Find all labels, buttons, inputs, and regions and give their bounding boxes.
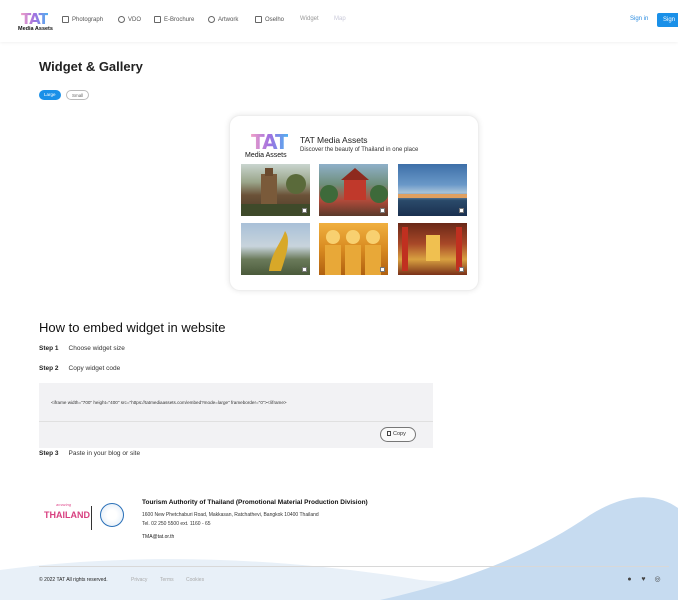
- image-badge-icon: [380, 267, 385, 272]
- amazing-text: amazing: [56, 502, 72, 507]
- widget-embed-code[interactable]: <iframe width="700" height="400" src="ht…: [51, 400, 287, 405]
- nav-item-artwork[interactable]: Artwork: [208, 16, 238, 23]
- footer-logo-divider: [91, 506, 92, 530]
- play-icon: [118, 16, 125, 23]
- nav-label: VDO: [128, 16, 142, 23]
- code-divider: [39, 421, 433, 422]
- step-3: Step 3 Paste in your blog or site: [39, 450, 140, 457]
- organization-phone: Tel. 02 250 5500 ext. 1160 - 65: [142, 521, 211, 527]
- image-badge-icon: [302, 208, 307, 213]
- nav-item-photograph[interactable]: Photograph: [62, 16, 103, 23]
- nav-label: Widget: [300, 16, 319, 22]
- twitter-icon[interactable]: ♥: [640, 576, 647, 583]
- page-title: Widget & Gallery: [39, 59, 143, 74]
- nav-label: Artwork: [218, 16, 239, 23]
- cookies-link[interactable]: Cookies: [186, 577, 204, 583]
- gallery-thumbnail[interactable]: [241, 223, 310, 275]
- naga-statue-image: [269, 231, 288, 271]
- sea-horizon-image: [398, 194, 467, 198]
- nav-label: E-Brochure: [164, 16, 195, 23]
- embed-heading: How to embed widget in website: [39, 320, 226, 335]
- image-badge-icon: [459, 267, 464, 272]
- nav-item-map[interactable]: Map: [334, 16, 346, 22]
- copy-icon: [387, 431, 391, 436]
- step-2-label: Step 2: [39, 365, 59, 372]
- step-3-label: Step 3: [39, 450, 59, 457]
- palette-icon: [208, 16, 215, 23]
- tat-media-assets-logo[interactable]: TAT Media Assets: [18, 10, 56, 36]
- gallery-thumbnail[interactable]: [319, 164, 388, 216]
- widget-subtitle: Discover the beauty of Thailand in one p…: [300, 147, 419, 153]
- privacy-link[interactable]: Privacy: [131, 577, 147, 583]
- size-large-toggle[interactable]: Large: [39, 90, 61, 100]
- sign-up-button[interactable]: Sign: [657, 13, 678, 27]
- step-1: Step 1 Choose widget size: [39, 345, 125, 352]
- nav-item-e-brochure[interactable]: E-Brochure: [154, 16, 194, 23]
- image-badge-icon: [459, 208, 464, 213]
- step-1-text: Choose widget size: [68, 345, 125, 352]
- image-icon: [62, 16, 69, 23]
- footer-divider: [39, 566, 669, 567]
- logo-subtitle: Media Assets: [18, 26, 53, 32]
- widget-title: TAT Media Assets: [300, 135, 368, 145]
- widget-logo-tat-text: TAT: [251, 130, 289, 154]
- gallery-thumbnail[interactable]: [241, 164, 310, 216]
- gallery-thumbnail[interactable]: [319, 223, 388, 275]
- instagram-icon[interactable]: ◎: [654, 576, 661, 583]
- image-badge-icon: [302, 267, 307, 272]
- sign-in-link[interactable]: Sign in: [630, 16, 648, 22]
- widget-preview-card: TAT Media Assets TAT Media Assets Discov…: [229, 115, 479, 291]
- organization-name: Tourism Authority of Thailand (Promotion…: [142, 499, 368, 506]
- terms-link[interactable]: Terms: [160, 577, 174, 583]
- gallery-thumbnail[interactable]: [398, 223, 467, 275]
- size-small-toggle[interactable]: Small: [66, 90, 90, 100]
- step-2: Step 2 Copy widget code: [39, 365, 120, 372]
- nav-label: Photograph: [72, 16, 104, 23]
- temple-ruin-image: [241, 168, 310, 216]
- image-badge-icon: [380, 208, 385, 213]
- widget-code-box: <iframe width="700" height="400" src="ht…: [39, 383, 433, 448]
- facebook-icon[interactable]: ●: [626, 576, 633, 583]
- nav-label: Map: [334, 16, 346, 22]
- step-2-text: Copy widget code: [68, 365, 121, 372]
- top-navigation: TAT Media Assets Photograph VDO E-Brochu…: [0, 0, 678, 42]
- nav-label: Oselho: [265, 16, 285, 23]
- copy-label: Copy: [393, 431, 406, 437]
- book-icon: [154, 16, 161, 23]
- thailand-text: THAILAND: [44, 510, 90, 520]
- tat-emblem-icon: [100, 503, 124, 527]
- nav-item-vdo[interactable]: VDO: [118, 16, 141, 23]
- step-3-text: Paste in your blog or site: [68, 450, 141, 457]
- copy-button[interactable]: Copy: [380, 427, 416, 442]
- nav-item-oselho[interactable]: Oselho: [255, 16, 284, 23]
- organization-email[interactable]: TMA@tat.or.th: [142, 534, 174, 540]
- organization-address: 1600 New Phetchaburi Road, Makkasan, Rat…: [142, 512, 319, 518]
- step-1-label: Step 1: [39, 345, 59, 352]
- document-icon: [255, 16, 262, 23]
- gallery-thumbnail[interactable]: [398, 164, 467, 216]
- temple-interior-image: [402, 227, 462, 271]
- nav-item-widget[interactable]: Widget: [300, 16, 319, 22]
- amazing-thailand-logo: amazing THAILAND: [44, 502, 90, 532]
- widget-logo-subtitle: Media Assets: [245, 152, 287, 159]
- shrine-image: [320, 168, 388, 203]
- golden-buddhas-image: [325, 230, 381, 275]
- copyright-text: © 2022 TAT All rights reserved.: [39, 577, 108, 583]
- widget-logo: TAT Media Assets: [245, 130, 291, 160]
